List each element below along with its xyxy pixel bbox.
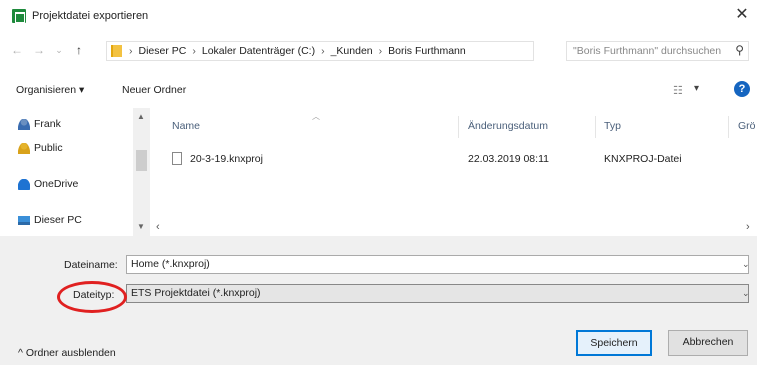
window-title: Projektdatei exportieren (32, 10, 149, 22)
chevron-right-icon: › (129, 45, 133, 57)
navigation-pane: Frank Public OneDrive Dieser PC (0, 108, 150, 236)
filename-value: Home (*.knxproj) (131, 258, 210, 270)
chevron-down-icon[interactable]: ⌄ (742, 259, 750, 270)
sidebar-item-frank[interactable]: Frank (18, 118, 61, 130)
back-icon[interactable]: ← (10, 42, 24, 58)
column-divider[interactable] (458, 116, 459, 138)
new-folder-button[interactable]: Neuer Ordner (122, 84, 186, 96)
filetype-value: ETS Projektdatei (*.knxproj) (131, 287, 261, 299)
onedrive-icon (18, 178, 30, 190)
title-bar: Projektdatei exportieren ✕ (0, 0, 757, 32)
filetype-select[interactable]: ETS Projektdatei (*.knxproj) (126, 284, 749, 303)
navigation-bar: ← → ⌄ ↑ › Dieser PC › Lokaler Datenträge… (0, 38, 757, 64)
column-header-size[interactable]: Grö (738, 120, 756, 132)
scroll-up-icon[interactable]: ▲ (137, 112, 145, 121)
sidebar-item-label: Dieser PC (34, 214, 82, 226)
sidebar-item-onedrive[interactable]: OneDrive (18, 178, 78, 190)
breadcrumb-item[interactable]: Boris Furthmann (388, 45, 466, 57)
recent-dropdown-icon[interactable]: ⌄ (52, 42, 66, 58)
file-date: 22.03.2019 08:11 (468, 153, 549, 165)
sidebar-item-public[interactable]: Public (18, 142, 63, 154)
chevron-right-icon: › (192, 45, 196, 57)
sidebar-item-this-pc[interactable]: Dieser PC (18, 214, 82, 226)
file-icon (172, 152, 182, 165)
help-icon[interactable]: ? (734, 81, 750, 97)
file-list: ︿ Name Änderungsdatum Typ Grö 20-3-19.kn… (150, 108, 757, 236)
column-header-type[interactable]: Typ (604, 120, 621, 132)
organize-button[interactable]: Organisieren ▾ (16, 84, 84, 96)
column-header-date[interactable]: Änderungsdatum (468, 120, 548, 132)
column-divider[interactable] (595, 116, 596, 138)
sidebar-item-label: Public (34, 142, 63, 154)
scroll-left-icon[interactable]: ‹ (156, 221, 160, 233)
scroll-down-icon[interactable]: ▼ (137, 222, 145, 231)
address-bar[interactable]: › Dieser PC › Lokaler Datenträger (C:) ›… (106, 41, 637, 63)
horizontal-scrollbar[interactable]: ‹ › (150, 220, 757, 236)
annotation-circle (57, 281, 127, 313)
filename-field[interactable]: Home (*.knxproj) (126, 255, 749, 274)
public-folder-icon (18, 142, 30, 154)
table-row[interactable]: 20-3-19.knxproj 22.03.2019 08:11 KNXPROJ… (150, 148, 757, 170)
cancel-button[interactable]: Abbrechen (668, 330, 748, 356)
chevron-down-icon[interactable]: ⌄ (742, 288, 750, 299)
folder-icon (111, 45, 122, 57)
breadcrumb-item[interactable]: _Kunden (331, 45, 373, 57)
hide-folders-button[interactable]: ^ Ordner ausblenden (18, 347, 116, 359)
breadcrumb: › Dieser PC › Lokaler Datenträger (C:) ›… (129, 45, 466, 57)
close-icon[interactable]: ✕ (733, 6, 751, 24)
sidebar-item-label: OneDrive (34, 178, 79, 190)
app-icon (12, 9, 26, 23)
computer-icon (18, 215, 30, 225)
column-header-name[interactable]: Name (172, 120, 200, 132)
toolbar: Organisieren ▾ Neuer Ordner ☷ ▾ ? (0, 78, 757, 104)
sort-indicator-icon: ︿ (312, 112, 320, 121)
view-options-icon[interactable]: ☷ (673, 84, 683, 97)
scroll-right-icon[interactable]: › (746, 221, 750, 233)
export-dialog: Projektdatei exportieren ✕ ← → ⌄ ↑ › Die… (0, 0, 757, 365)
forward-icon[interactable]: → (32, 42, 46, 58)
file-type: KNXPROJ-Datei (604, 153, 682, 165)
file-name: 20-3-19.knxproj (190, 153, 263, 165)
chevron-right-icon: › (321, 45, 325, 57)
user-folder-icon (18, 118, 30, 130)
breadcrumb-item[interactable]: Dieser PC (139, 45, 187, 57)
filename-label: Dateiname: (64, 259, 118, 271)
column-divider[interactable] (728, 116, 729, 138)
chevron-down-icon[interactable]: ▾ (694, 83, 699, 94)
save-button[interactable]: Speichern (576, 330, 652, 356)
search-input[interactable]: "Boris Furthmann" durchsuchen ⚲ (566, 41, 749, 61)
search-placeholder: "Boris Furthmann" durchsuchen (573, 45, 722, 57)
chevron-right-icon: › (378, 45, 383, 57)
sidebar-scroll-thumb[interactable] (136, 150, 147, 171)
search-icon[interactable]: ⚲ (735, 43, 744, 57)
breadcrumb-item[interactable]: Lokaler Datenträger (C:) (202, 45, 315, 57)
up-icon[interactable]: ↑ (72, 42, 86, 58)
sidebar-item-label: Frank (34, 118, 61, 130)
sidebar-scrollbar[interactable] (133, 108, 150, 236)
